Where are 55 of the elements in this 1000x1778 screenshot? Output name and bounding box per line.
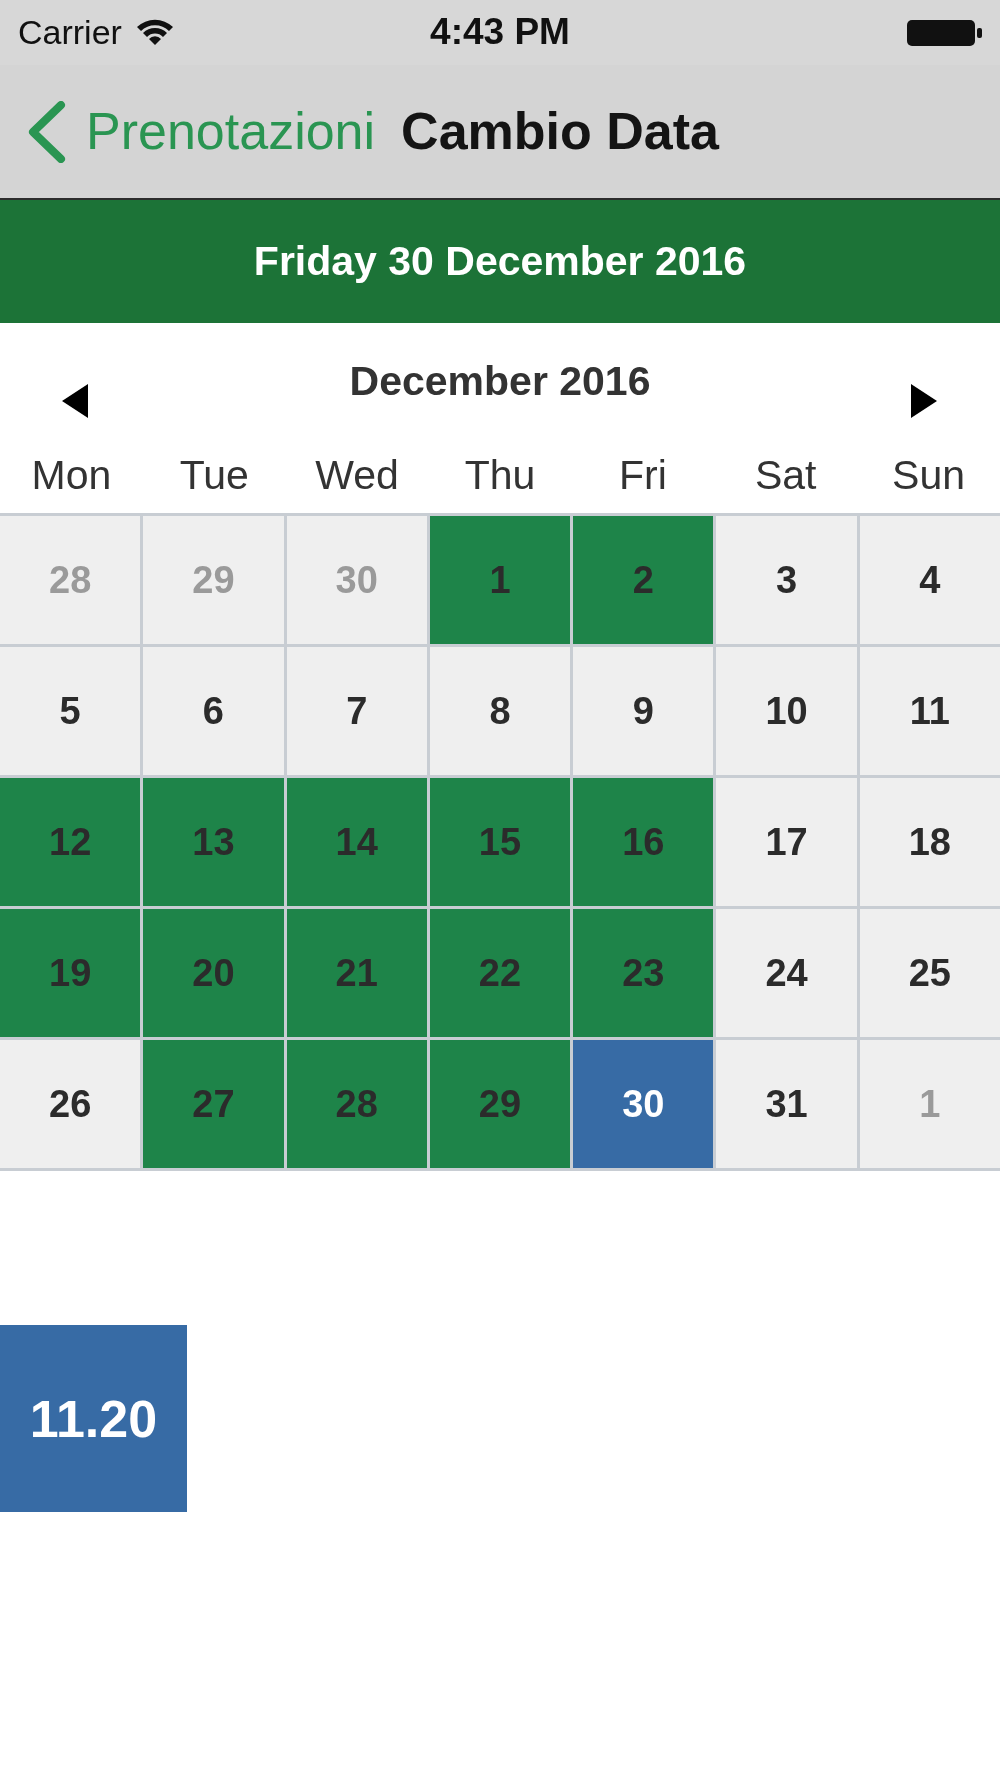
weekday-label: Thu [464,451,536,500]
triangle-right-icon [911,384,937,418]
calendar-day[interactable]: 2 [573,516,714,644]
calendar-day[interactable]: 15 [429,778,571,906]
calendar-day[interactable]: 20 [143,909,284,1037]
weekday-label: Mon [31,451,112,500]
calendar-day[interactable]: 28 [286,1040,427,1168]
calendar-day[interactable]: 26 [0,1040,141,1168]
next-month-button[interactable] [911,384,937,418]
weekday-label: Wed [315,451,399,500]
time-slot-button[interactable]: 11.20 [0,1325,187,1512]
calendar-day[interactable]: 25 [859,909,1000,1037]
calendar-day[interactable]: 27 [143,1040,284,1168]
carrier-label: Carrier [18,13,122,52]
calendar-day[interactable]: 30 [573,1040,714,1168]
selected-date-banner: Friday 30 December 2016 [0,200,1000,323]
calendar-day[interactable]: 16 [573,778,714,906]
calendar-day[interactable]: 21 [286,909,427,1037]
calendar-day[interactable]: 30 [286,516,427,644]
month-label: December 2016 [349,358,651,406]
calendar-day[interactable]: 3 [716,516,857,644]
calendar-day[interactable]: 5 [0,647,141,775]
weekday-label: Sat [754,451,817,500]
weekday-label: Tue [179,451,249,500]
calendar-day[interactable]: 18 [859,778,1000,906]
back-button[interactable]: Prenotazioni [25,100,376,163]
calendar-day[interactable]: 6 [143,647,284,775]
calendar-day[interactable]: 10 [716,647,857,775]
calendar-day[interactable]: 9 [573,647,714,775]
nav-title: Cambio Data [401,101,719,162]
prev-month-button[interactable] [62,384,88,418]
calendar-day[interactable]: 1 [859,1040,1000,1168]
triangle-left-icon [62,384,88,418]
weekday-label: Fri [618,451,667,500]
calendar-day[interactable]: 4 [859,516,1000,644]
clock-time: 4:43 PM [430,12,570,53]
calendar-day[interactable]: 17 [716,778,857,906]
calendar-day[interactable]: 12 [0,778,141,906]
calendar-day[interactable]: 22 [429,909,571,1037]
calendar-day[interactable]: 24 [716,909,857,1037]
calendar-day[interactable]: 1 [429,516,571,644]
calendar-day[interactable]: 29 [143,516,284,644]
calendar-day[interactable]: 28 [0,516,141,644]
calendar-day[interactable]: 23 [573,909,714,1037]
calendar-day[interactable]: 7 [286,647,427,775]
battery-icon [906,18,982,47]
calendar-day[interactable]: 14 [286,778,427,906]
calendar-day[interactable]: 13 [143,778,284,906]
calendar-day[interactable]: 29 [429,1040,571,1168]
calendar-day[interactable]: 8 [429,647,571,775]
calendar-day[interactable]: 31 [716,1040,857,1168]
wifi-icon [135,18,174,47]
calendar-day[interactable]: 19 [0,909,141,1037]
weekday-label: Sun [892,451,966,500]
calendar-day[interactable]: 11 [859,647,1000,775]
